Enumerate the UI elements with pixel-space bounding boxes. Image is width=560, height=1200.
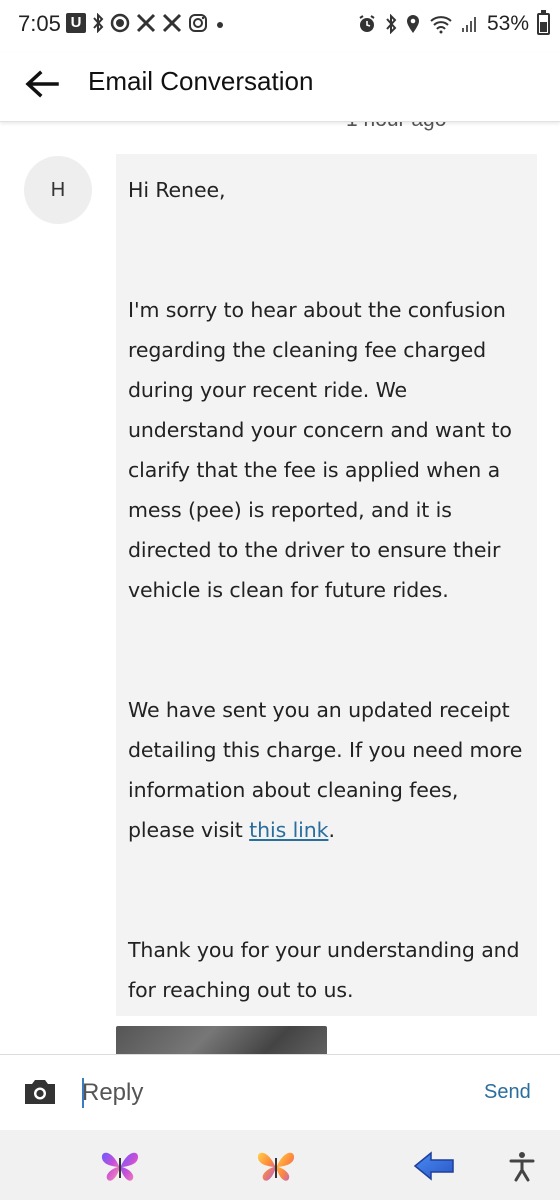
message-bubble: Hi Renee, I'm sorry to hear about the co… — [116, 154, 537, 1016]
reply-input[interactable] — [82, 1071, 462, 1115]
camera-icon — [25, 1080, 55, 1104]
battery-level-fill — [540, 22, 547, 32]
nav-back-button[interactable] — [412, 1144, 456, 1188]
bluetooth-icon — [93, 13, 104, 33]
page-title: Email Conversation — [88, 66, 314, 96]
app-bar: Email Conversation — [0, 52, 560, 122]
battery-icon — [537, 10, 550, 35]
notification-icons: U — [66, 13, 226, 33]
wifi-icon — [430, 16, 452, 34]
camera-button[interactable] — [22, 1077, 58, 1109]
message-paragraph: We have sent you an updated receipt deta… — [128, 690, 527, 850]
send-button[interactable]: Send — [484, 1081, 531, 1104]
message-text: . — [328, 818, 335, 842]
system-icons: 53% — [357, 10, 550, 36]
nav-item-butterfly-purple[interactable] — [98, 1144, 142, 1188]
u-app-icon: U — [66, 13, 86, 33]
message-paragraph: I'm sorry to hear about the confusion re… — [128, 298, 512, 602]
nav-item-butterfly-orange[interactable] — [254, 1144, 298, 1188]
arrow-left-icon — [25, 70, 59, 98]
image-attachment[interactable] — [116, 1026, 327, 1054]
x-icon — [136, 13, 156, 33]
text-cursor — [82, 1078, 84, 1108]
back-button[interactable] — [22, 64, 62, 104]
alarm-icon — [359, 15, 375, 32]
butterfly-orange-icon — [257, 1152, 295, 1181]
bluetooth-icon — [386, 14, 397, 34]
arrow-back-blue-icon — [413, 1151, 454, 1181]
circle-dot-icon — [110, 13, 130, 33]
conversation-thread[interactable]: 1 hour ago H Hi Renee, I'm sorry to hear… — [0, 122, 560, 1054]
dot-icon — [217, 22, 223, 28]
message-closing: Thank you for your understanding and for… — [128, 938, 520, 1002]
message-timestamp: 1 hour ago — [346, 122, 446, 132]
instagram-icon — [189, 14, 207, 32]
navigation-bar — [0, 1130, 560, 1200]
reply-bar: Send — [0, 1054, 560, 1130]
status-bar: 7:05 U 53% — [0, 0, 560, 52]
signal-icon — [461, 17, 476, 32]
message-greeting: Hi Renee, — [128, 178, 226, 202]
avatar-initial: H — [50, 178, 66, 201]
status-time: 7:05 — [18, 11, 61, 36]
butterfly-purple-icon — [101, 1152, 139, 1181]
avatar: H — [24, 156, 92, 224]
info-link[interactable]: this link — [249, 818, 328, 842]
battery-percent: 53% — [486, 12, 529, 35]
accessibility-icon — [509, 1152, 535, 1182]
x-icon — [162, 13, 182, 33]
location-icon — [406, 15, 419, 33]
nav-accessibility-button[interactable] — [500, 1144, 544, 1188]
